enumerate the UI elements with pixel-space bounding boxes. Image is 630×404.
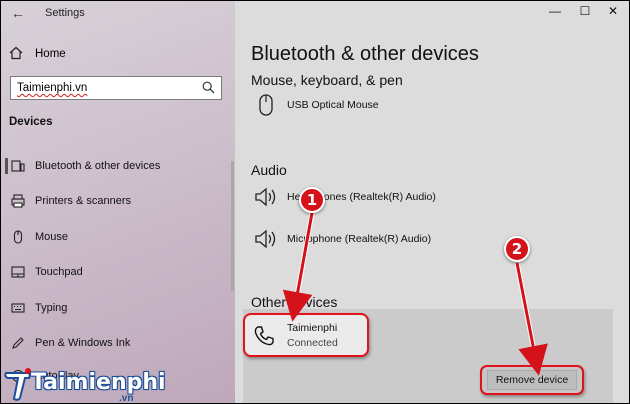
back-arrow-icon[interactable]: ← xyxy=(11,5,25,21)
sidebar-item-bluetooth[interactable]: Bluetooth & other devices xyxy=(1,153,235,179)
sidebar-scrollbar[interactable] xyxy=(231,161,234,291)
sidebar-item-label: Bluetooth & other devices xyxy=(35,160,161,172)
sidebar-item-printers[interactable]: Printers & scanners xyxy=(1,188,235,214)
section-title-audio: Audio xyxy=(251,162,287,178)
search-input[interactable]: Taimienphi.vn xyxy=(10,76,222,100)
sidebar-item-label: Pen & Windows Ink xyxy=(35,337,131,349)
device-name: USB Optical Mouse xyxy=(287,99,379,111)
remove-device-highlight: Remove device xyxy=(480,365,584,395)
search-input-value: Taimienphi.vn xyxy=(17,82,88,94)
watermark-suffix: .vn xyxy=(119,393,134,404)
phone-icon xyxy=(253,325,275,347)
sidebar-item-label: Mouse xyxy=(35,231,69,243)
sidebar-section-title: Devices xyxy=(9,116,53,128)
mouse-icon xyxy=(11,230,25,244)
sidebar: Home Taimienphi.vn Devices Bluetooth & o… xyxy=(1,1,235,403)
watermark-brand: Taimienphi xyxy=(31,370,166,395)
section-title-mouse-keyboard-pen: Mouse, keyboard, & pen xyxy=(251,72,403,88)
sidebar-item-touchpad[interactable]: Touchpad xyxy=(1,259,235,285)
device-taimienphi[interactable]: Taimienphi Connected xyxy=(243,313,369,357)
home-icon xyxy=(9,46,23,63)
minimize-button[interactable]: — xyxy=(546,4,564,18)
keyboard-icon xyxy=(11,301,25,315)
device-name: Taimienphi xyxy=(287,322,338,334)
sidebar-item-label: Printers & scanners xyxy=(35,195,131,207)
main-content: Bluetooth & other devices Mouse, keyboar… xyxy=(235,1,629,403)
device-status: Connected xyxy=(287,337,338,349)
device-headphones[interactable]: Headphones (Realtek(R) Audio) xyxy=(253,184,436,210)
sidebar-item-label: Typing xyxy=(35,302,68,314)
remove-device-button[interactable]: Remove device xyxy=(486,370,578,390)
device-name: Microphone (Realtek(R) Audio) xyxy=(287,233,432,245)
title-bar: ← Settings — ☐ ✕ xyxy=(1,1,629,25)
window-title: Settings xyxy=(45,7,85,19)
device-microphone[interactable]: Microphone (Realtek(R) Audio) xyxy=(253,226,431,252)
watermark-logo: Taimienphi .vn xyxy=(3,367,173,404)
close-button[interactable]: ✕ xyxy=(604,4,622,18)
sidebar-item-typing[interactable]: Typing xyxy=(1,295,235,321)
device-usb-optical-mouse[interactable]: USB Optical Mouse xyxy=(253,92,379,118)
settings-window: Home Taimienphi.vn Devices Bluetooth & o… xyxy=(0,0,630,404)
sidebar-item-mouse[interactable]: Mouse xyxy=(1,224,235,250)
printer-icon xyxy=(11,194,25,208)
home-label: Home xyxy=(35,48,66,60)
mouse-icon xyxy=(253,92,279,118)
taimienphi-logo-icon xyxy=(4,368,31,401)
speaker-icon xyxy=(253,226,279,252)
section-title-other-devices: Other devices xyxy=(251,294,338,310)
touchpad-icon xyxy=(11,265,25,279)
maximize-button[interactable]: ☐ xyxy=(576,4,594,18)
page-title: Bluetooth & other devices xyxy=(251,43,479,65)
speaker-icon xyxy=(253,184,279,210)
search-icon[interactable] xyxy=(202,81,215,94)
sidebar-item-pen[interactable]: Pen & Windows Ink xyxy=(1,330,235,356)
step-1-badge: 1 xyxy=(299,187,325,213)
home-nav[interactable]: Home xyxy=(9,45,66,63)
bluetooth-devices-icon xyxy=(11,159,25,173)
pen-icon xyxy=(11,336,25,350)
step-2-badge: 2 xyxy=(504,236,530,262)
sidebar-item-label: Touchpad xyxy=(35,266,83,278)
